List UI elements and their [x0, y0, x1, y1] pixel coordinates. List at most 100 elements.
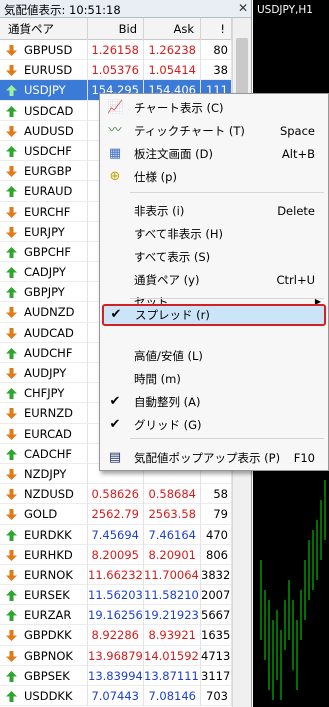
- symbol-cell: GBPSEK: [0, 665, 88, 686]
- menu-item[interactable]: すべて非表示 (H): [101, 223, 327, 245]
- spread-cell: 80: [201, 40, 232, 60]
- ask-cell: 11.70064: [144, 564, 201, 585]
- spread-cell: 703: [201, 686, 232, 706]
- spread-cell: 470: [201, 524, 232, 545]
- bid-cell: 0.58626: [88, 484, 144, 505]
- menu-item-label: 仕様 (p): [134, 170, 177, 184]
- menu-item[interactable]: 📈 チャート表示 (C): [101, 97, 327, 119]
- menu-item-label: グリッド (G): [134, 418, 202, 432]
- popup-prices-icon: ▤: [108, 450, 122, 465]
- menu-item[interactable]: ✔ スプレッド (r): [102, 304, 326, 326]
- spread-cell: 4713: [201, 645, 232, 666]
- table-row[interactable]: GBPSEK 13.83994 13.87111 3117: [0, 665, 232, 686]
- menu-item-shortcut: Ctrl+U: [276, 273, 315, 287]
- symbol-cell: EURHKD: [0, 544, 88, 565]
- ask-cell: 8.93921: [144, 625, 201, 646]
- menu-item[interactable]: ✔ 自動整列 (A): [101, 391, 327, 413]
- menu-item-label: 時間 (m): [134, 372, 181, 386]
- bid-cell: 13.83994: [88, 665, 144, 686]
- symbol-cell: AUDJPY: [0, 363, 88, 383]
- column-header-symbol[interactable]: 通貨ペア: [0, 18, 88, 40]
- symbol-cell: EURCHF: [0, 201, 88, 222]
- table-row[interactable]: EURHKD 8.20095 8.20901 806: [0, 544, 232, 565]
- symbol-cell: USDJPY: [0, 80, 88, 101]
- menu-item-label: 気配値ポップアップ表示 (P): [134, 451, 281, 465]
- table-row[interactable]: EURUSD 1.05376 1.05414 38: [0, 60, 232, 81]
- symbol-cell: USDCHF: [0, 140, 88, 161]
- menu-item[interactable]: 高値/安値 (L): [101, 345, 327, 367]
- symbol-cell: GBPJPY: [0, 282, 88, 303]
- ask-cell: 7.46164: [144, 524, 201, 545]
- symbol-cell: EURDKK: [0, 524, 88, 545]
- ask-cell: 11.58210: [144, 585, 201, 606]
- menu-item[interactable]: 非表示 (i) Delete: [101, 200, 327, 222]
- column-header-bid[interactable]: Bid: [88, 18, 144, 40]
- menu-item-label: 高値/安値 (L): [134, 349, 203, 363]
- symbol-cell: AUDUSD: [0, 120, 88, 141]
- menu-item-label: すべて表示 (S): [134, 250, 211, 264]
- market-watch-title-bar: 気配値表示: 10:51:18 ✕: [0, 0, 251, 18]
- symbol-cell: CADCHF: [0, 443, 88, 464]
- bid-cell: 8.92286: [88, 625, 144, 646]
- menu-item[interactable]: 通貨ペア (y) Ctrl+U: [101, 269, 327, 291]
- symbol-cell: EURAUD: [0, 181, 88, 202]
- symbol-cell: EURGBP: [0, 161, 88, 182]
- symbol-cell: NZDUSD: [0, 484, 88, 505]
- context-menu: 📈 チャート表示 (C) 〰ティックチャート (T) Space ▦ 板注文画面 (D) A…: [99, 93, 329, 471]
- menu-item[interactable]: ▤ 気配値ポップアップ表示 (P) F10: [101, 447, 327, 469]
- close-icon[interactable]: ✕: [236, 1, 250, 15]
- symbol-cell: GOLD: [0, 504, 88, 525]
- menu-item-label: 通貨ペア (y): [134, 273, 200, 287]
- menu-item-label: 板注文画面 (D): [134, 147, 213, 161]
- spread-cell: 38: [201, 60, 232, 81]
- menu-item[interactable]: すべて表示 (S): [101, 246, 327, 268]
- symbol-cell: GBPDKK: [0, 625, 88, 646]
- table-row[interactable]: EURZAR 19.16256 19.21923 5667: [0, 605, 232, 626]
- table-row[interactable]: EURDKK 7.45694 7.46164 470: [0, 524, 232, 545]
- ask-cell: 1.26238: [144, 40, 201, 60]
- menu-item[interactable]: ▦ 板注文画面 (D) Alt+B: [101, 143, 327, 165]
- depth-of-market-icon: ▦: [108, 146, 122, 161]
- menu-item-label: スプレッド (r): [135, 308, 210, 322]
- bid-cell: 8.20095: [88, 544, 144, 565]
- symbol-cell: USDDKK: [0, 686, 88, 706]
- table-row[interactable]: GBPDKK 8.92286 8.93921 1635: [0, 625, 232, 646]
- bid-cell: 19.16256: [88, 605, 144, 626]
- ask-cell: 13.87111: [144, 665, 201, 686]
- table-row[interactable]: NZDUSD 0.58626 0.58684 58: [0, 484, 232, 505]
- bid-cell: 2562.79: [88, 504, 144, 525]
- symbol-cell: EURJPY: [0, 221, 88, 242]
- column-header-spread[interactable]: !: [201, 18, 232, 40]
- table-row[interactable]: GOLD 2562.79 2563.58 79: [0, 504, 232, 525]
- ask-cell: 14.01592: [144, 645, 201, 666]
- menu-item-shortcut: F10: [293, 451, 315, 465]
- column-header-ask[interactable]: Ask: [144, 18, 201, 40]
- chart-window-icon: 📈: [107, 100, 124, 115]
- symbol-cell: AUDCAD: [0, 322, 88, 343]
- bid-cell: 7.45694: [88, 524, 144, 545]
- menu-item[interactable]: 時間 (m): [101, 368, 327, 390]
- market-watch-header: 通貨ペア Bid Ask !: [0, 18, 232, 40]
- table-row[interactable]: USDDKK 7.07443 7.08146 703: [0, 686, 232, 707]
- symbol-cell: NZDJPY: [0, 463, 88, 484]
- menu-item-label: すべて非表示 (H): [134, 227, 224, 241]
- bid-cell: 1.05376: [88, 60, 144, 81]
- tick-chart-icon: 〰: [108, 123, 122, 138]
- symbol-cell: GBPNOK: [0, 645, 88, 666]
- symbol-cell: CHFJPY: [0, 383, 88, 404]
- menu-item[interactable]: ⊕ 仕様 (p): [101, 166, 327, 188]
- table-row[interactable]: EURNOK 11.66232 11.70064 3832: [0, 564, 232, 586]
- spread-cell: 3832: [201, 564, 232, 585]
- menu-item[interactable]: 〰ティックチャート (T) Space: [101, 120, 327, 142]
- table-row[interactable]: GBPNOK 13.96879 14.01592 4713: [0, 645, 232, 666]
- symbol-cell: EURCAD: [0, 423, 88, 444]
- table-row[interactable]: EURSEK 11.56203 11.58210 2007: [0, 585, 232, 606]
- menu-item-label: チャート表示 (C): [134, 101, 224, 115]
- spread-cell: 806: [201, 544, 232, 565]
- table-row[interactable]: GBPUSD 1.26158 1.26238 80: [0, 40, 232, 61]
- menu-item[interactable]: ✔ グリッド (G): [101, 414, 327, 436]
- check-icon: ✔: [109, 417, 121, 432]
- ask-cell: 7.08146: [144, 686, 201, 706]
- menu-item-label: 自動整列 (A): [134, 395, 201, 409]
- specification-icon: ⊕: [109, 169, 121, 184]
